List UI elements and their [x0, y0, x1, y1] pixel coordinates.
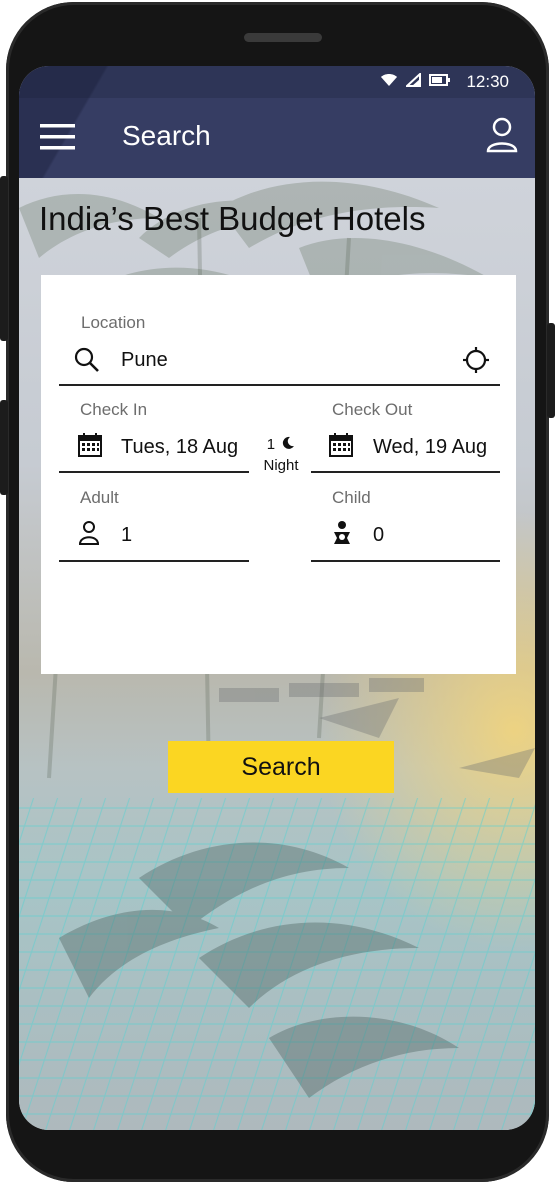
calendar-icon: [78, 433, 102, 457]
status-icons: [380, 73, 451, 87]
phone-side-button-left-bottom: [0, 400, 8, 495]
nights-unit: Night: [263, 457, 299, 474]
nights-indicator: 1 Night: [257, 434, 305, 476]
location-label: Location: [81, 313, 146, 332]
crosshair-location-icon[interactable]: [462, 346, 490, 374]
check-out-underline: [311, 471, 500, 473]
search-button[interactable]: Search: [168, 741, 394, 793]
phone-side-button-left-top: [0, 176, 8, 341]
phone-side-button-right: [547, 323, 555, 418]
hamburger-menu-button[interactable]: [39, 122, 77, 152]
location-underline: [59, 384, 500, 386]
search-icon: [74, 347, 99, 372]
child-label: Child: [332, 488, 371, 507]
child-icon: [334, 521, 350, 544]
check-out-input[interactable]: Wed, 19 Aug: [373, 436, 487, 459]
app-bar: [19, 98, 535, 178]
app-bar-title: Search: [122, 120, 211, 151]
adult-input[interactable]: 1: [121, 524, 132, 547]
page-headline: India’s Best Budget Hotels: [39, 200, 426, 237]
moon-icon: [283, 436, 295, 449]
check-in-input[interactable]: Tues, 18 Aug: [121, 436, 238, 459]
child-input[interactable]: 0: [373, 524, 384, 547]
person-icon: [78, 521, 100, 545]
phone-screen: 12:30 Search India’s Best Budget Hotels …: [19, 66, 535, 1130]
user-profile-icon: [486, 117, 518, 153]
location-input[interactable]: Pune: [121, 349, 168, 372]
check-out-label: Check Out: [332, 400, 413, 419]
check-in-label: Check In: [80, 400, 148, 419]
adult-label: Adult: [80, 488, 119, 507]
hamburger-menu-icon: [40, 124, 75, 150]
wifi-icon: [381, 74, 397, 86]
status-bar: 12:30: [19, 66, 535, 98]
status-time: 12:30: [466, 72, 509, 91]
nights-count: 1: [266, 436, 276, 453]
phone-speaker: [244, 33, 322, 42]
check-in-underline: [59, 471, 249, 473]
child-underline: [311, 560, 500, 562]
signal-icon: [406, 73, 421, 87]
battery-icon: [429, 74, 450, 86]
profile-button[interactable]: [485, 116, 519, 154]
adult-underline: [59, 560, 249, 562]
calendar-icon: [329, 433, 353, 457]
